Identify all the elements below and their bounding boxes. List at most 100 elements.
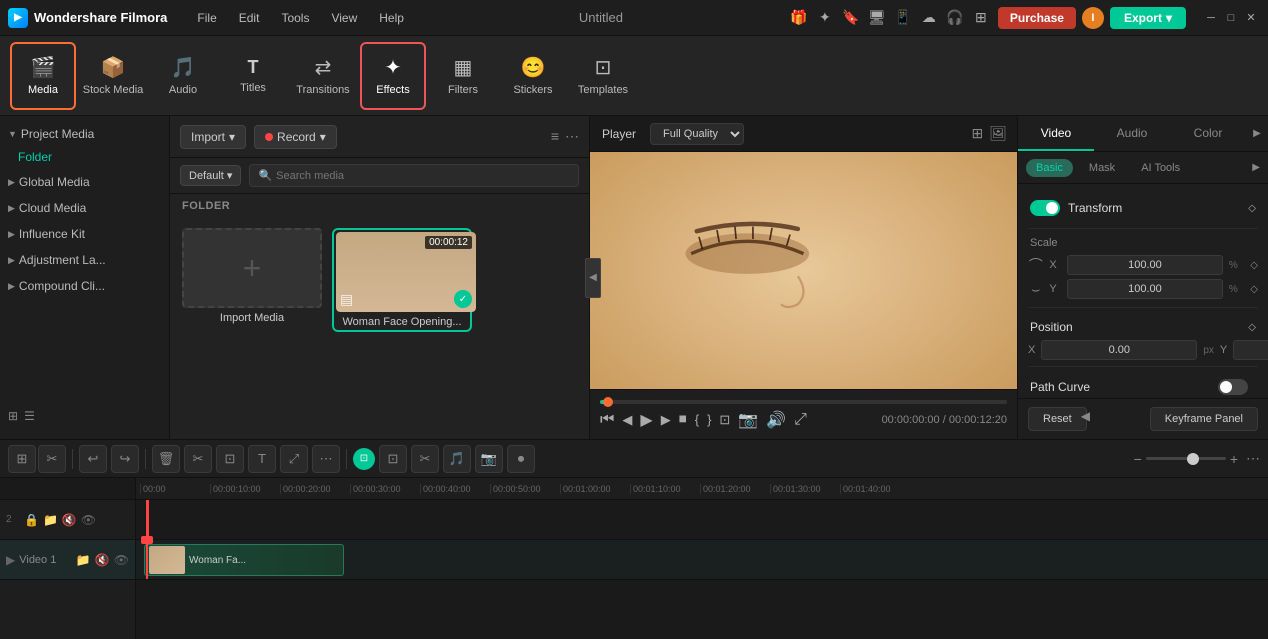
subtabs-more-icon[interactable]: ▶ <box>1252 162 1260 173</box>
tl-split-button[interactable]: ✂ <box>411 445 439 473</box>
player-tab[interactable]: Player <box>600 123 638 145</box>
tl-record-button[interactable]: ⏺ <box>507 445 535 473</box>
grid-icon[interactable]: ⊞ <box>970 7 992 29</box>
bookmark-icon[interactable]: 🔖 <box>840 7 862 29</box>
tl-crop-button[interactable]: ⊡ <box>216 445 244 473</box>
section-cloud-media-header[interactable]: ▶ Cloud Media <box>0 196 169 220</box>
tool-transitions[interactable]: ⇄ Transitions <box>290 42 356 110</box>
snap-button[interactable]: ⊡ <box>353 448 375 470</box>
gift-icon[interactable]: 🎁 <box>788 7 810 29</box>
tool-filters[interactable]: ▦ Filters <box>430 42 496 110</box>
progress-bar[interactable] <box>600 400 1007 404</box>
default-dropdown-button[interactable]: Default ▾ <box>180 165 241 186</box>
clip-block[interactable]: Woman Fa... <box>144 544 344 576</box>
tl-audio-button[interactable]: 🎵 <box>443 445 471 473</box>
scale-y-input[interactable] <box>1067 279 1223 299</box>
tl-redo-button[interactable]: ↪ <box>111 445 139 473</box>
tl-resize-button[interactable]: ⤢ <box>280 445 308 473</box>
menu-file[interactable]: File <box>187 7 226 29</box>
quality-select[interactable]: Full Quality <box>650 123 744 145</box>
tool-titles[interactable]: T Titles <box>220 42 286 110</box>
tab-color[interactable]: Color <box>1170 116 1246 151</box>
section-adjustment-header[interactable]: ▶ Adjustment La... <box>0 248 169 272</box>
tool-media[interactable]: 🎬 Media <box>10 42 76 110</box>
tool-effects[interactable]: ✦ Effects <box>360 42 426 110</box>
scale-x-input[interactable] <box>1067 255 1223 275</box>
phone-icon[interactable]: 📱 <box>892 7 914 29</box>
wand-icon[interactable]: ✦ <box>814 7 836 29</box>
tl-cut-button[interactable]: ✂ <box>184 445 212 473</box>
position-y-input[interactable] <box>1233 340 1268 360</box>
track-lock2-icon[interactable]: 📁 <box>76 553 91 567</box>
track-eye2-icon[interactable]: 👁 <box>114 553 129 567</box>
tab-audio[interactable]: Audio <box>1094 116 1170 151</box>
section-global-media-header[interactable]: ▶ Global Media <box>0 170 169 194</box>
position-diamond-icon[interactable]: ◇ <box>1248 322 1256 333</box>
maximize-button[interactable]: □ <box>1222 9 1240 27</box>
tl-delete-button[interactable]: 🗑 <box>152 445 180 473</box>
scale-y-diamond-icon[interactable]: ◇ <box>1250 284 1258 295</box>
subtab-ai-tools[interactable]: AI Tools <box>1131 159 1190 177</box>
track-mute-icon[interactable]: 🔇 <box>62 513 77 527</box>
menu-edit[interactable]: Edit <box>229 7 270 29</box>
track-audio-icon[interactable]: 📁 <box>43 513 58 527</box>
search-input[interactable] <box>276 170 570 182</box>
record-button[interactable]: Record ▾ <box>254 125 337 149</box>
video-media-card[interactable]: 00:00:12 ✓ ▤ Woman Face Opening... <box>332 228 472 332</box>
path-curve-toggle[interactable] <box>1218 379 1248 395</box>
subtab-basic[interactable]: Basic <box>1026 159 1073 177</box>
stickers-icon: 😊 <box>521 55 546 80</box>
purchase-button[interactable]: Purchase <box>998 7 1076 29</box>
folder-item[interactable]: Folder <box>0 146 169 168</box>
track-mute2-icon[interactable]: 🔇 <box>95 553 110 567</box>
menu-help[interactable]: Help <box>369 7 414 29</box>
zoom-in-icon[interactable]: + <box>1230 451 1238 467</box>
tool-audio[interactable]: 🎵 Audio <box>150 42 216 110</box>
tab-video[interactable]: Video <box>1018 116 1094 151</box>
tl-ripple2-button[interactable]: ⊡ <box>379 445 407 473</box>
tl-camera-button[interactable]: 📷 <box>475 445 503 473</box>
tool-templates[interactable]: ⊡ Templates <box>570 42 636 110</box>
position-x-input[interactable] <box>1041 340 1197 360</box>
tl-undo-button[interactable]: ↩ <box>79 445 107 473</box>
import-button[interactable]: Import ▾ <box>180 125 246 149</box>
section-influence-kit-header[interactable]: ▶ Influence Kit <box>0 222 169 246</box>
minimize-button[interactable]: ─ <box>1202 9 1220 27</box>
subtab-mask[interactable]: Mask <box>1079 159 1125 177</box>
tl-ripple-button[interactable]: ✂ <box>38 445 66 473</box>
menu-tools[interactable]: Tools <box>271 7 319 29</box>
headset-icon[interactable]: 🎧 <box>944 7 966 29</box>
filter-icon[interactable]: ≡ <box>551 128 559 145</box>
tl-settings-icon[interactable]: ⋯ <box>1246 450 1260 467</box>
grid4-icon[interactable]: ⊞ <box>971 125 983 142</box>
transform-diamond-icon[interactable]: ◇ <box>1248 203 1256 214</box>
zoom-range[interactable] <box>1146 457 1226 460</box>
track-eye-icon[interactable]: 👁 <box>81 513 96 527</box>
middle-toolbar-right: ≡ ⋯ <box>551 128 579 145</box>
import-media-card[interactable]: + Import Media <box>182 228 322 332</box>
cloud-up-icon[interactable]: ☁ <box>918 7 940 29</box>
image-icon[interactable]: 🖼 <box>989 125 1007 142</box>
transform-toggle[interactable] <box>1030 200 1060 216</box>
monitor-icon[interactable]: 🖥 <box>866 7 888 29</box>
tl-text-button[interactable]: T <box>248 445 276 473</box>
scale-x-diamond-icon[interactable]: ◇ <box>1250 260 1258 271</box>
grid-view-icon[interactable]: ⊞ <box>8 409 18 423</box>
menu-view[interactable]: View <box>321 7 367 29</box>
more-icon[interactable]: ⋯ <box>565 128 579 145</box>
collapse-middle-button[interactable]: ◀ <box>585 258 601 298</box>
tl-divider2 <box>145 449 146 469</box>
right-tabs-more-icon[interactable]: ▶ <box>1246 116 1268 151</box>
list-view-icon[interactable]: ☰ <box>24 409 35 423</box>
keyframe-panel-button[interactable]: Keyframe Panel <box>1150 407 1258 431</box>
export-button[interactable]: Export ▾ <box>1110 7 1186 29</box>
section-compound-header[interactable]: ▶ Compound Cli... <box>0 274 169 298</box>
close-button[interactable]: ✕ <box>1242 9 1260 27</box>
tool-stickers[interactable]: 😊 Stickers <box>500 42 566 110</box>
section-project-media-header[interactable]: ▼ Project Media <box>0 122 169 146</box>
tl-more-button[interactable]: ⋯ <box>312 445 340 473</box>
tl-select-button[interactable]: ⊞ <box>8 445 36 473</box>
track-lock-icon[interactable]: 🔒 <box>24 513 39 527</box>
tool-stock[interactable]: 📦 Stock Media <box>80 42 146 110</box>
zoom-out-icon[interactable]: − <box>1134 451 1142 467</box>
